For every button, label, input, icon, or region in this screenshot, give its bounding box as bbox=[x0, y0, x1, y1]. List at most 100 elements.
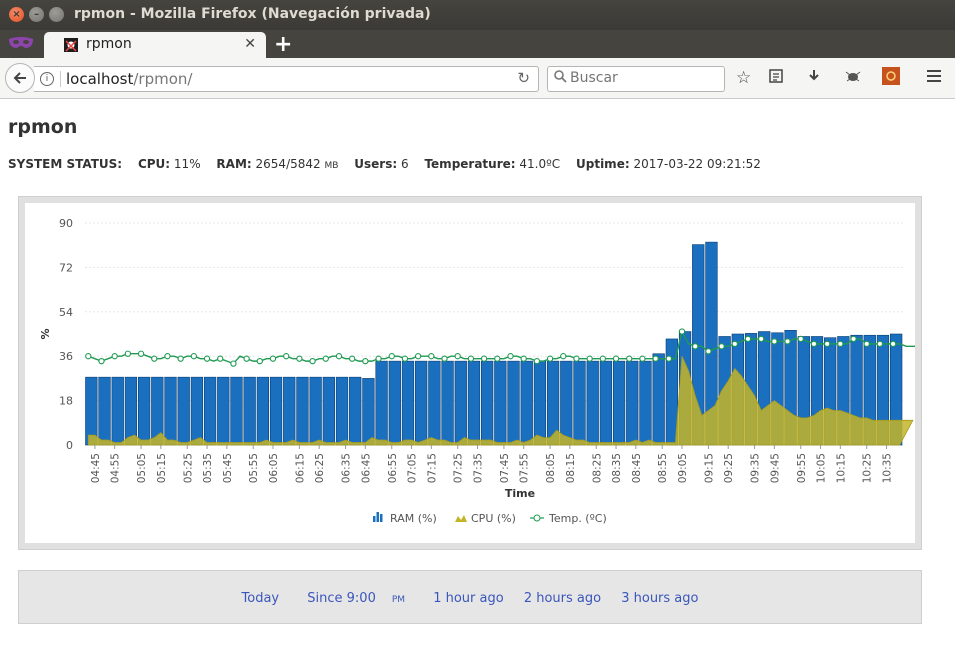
temperature-point bbox=[441, 355, 448, 362]
x-tick-label: 09:25 bbox=[723, 453, 735, 483]
ram-bar bbox=[190, 376, 204, 446]
temperature-point bbox=[230, 360, 237, 367]
y-tick-label: 72 bbox=[59, 261, 73, 274]
legend-ram-icon bbox=[380, 514, 383, 522]
ram-value: 2654/5842 bbox=[255, 157, 321, 171]
legend-temp-icon bbox=[533, 514, 541, 522]
window-minimize-button[interactable]: – bbox=[29, 7, 44, 22]
ram-bar bbox=[520, 360, 533, 446]
cpu-label: CPU: bbox=[137, 157, 171, 171]
tab-rpmon[interactable]: rpmon ✕ bbox=[44, 32, 266, 58]
ram-bar bbox=[177, 376, 190, 446]
ram-bar bbox=[441, 360, 454, 446]
close-tab-icon[interactable]: ✕ bbox=[244, 36, 256, 52]
range-link-today[interactable]: Today bbox=[242, 591, 280, 606]
ram-bar bbox=[507, 360, 520, 446]
ram-bar bbox=[401, 360, 415, 446]
x-tick-label: 07:45 bbox=[499, 453, 511, 483]
ram-bar bbox=[626, 360, 639, 446]
temperature-point bbox=[758, 335, 765, 343]
temperature-point bbox=[705, 348, 712, 355]
range-link-since-9pm[interactable]: Since 9:00 PM bbox=[299, 591, 413, 606]
ram-unit: MB bbox=[324, 161, 339, 171]
temperature-point bbox=[480, 355, 488, 362]
extension-orange-icon[interactable] bbox=[882, 67, 900, 90]
users-label: Users: bbox=[354, 157, 398, 171]
extension-bug-icon[interactable] bbox=[844, 68, 862, 89]
ram-bar bbox=[137, 376, 151, 446]
bookmark-star-icon[interactable]: ☆ bbox=[736, 68, 751, 88]
x-axis-label: Time bbox=[505, 487, 535, 500]
temperature-point bbox=[203, 355, 211, 362]
range-link-1-hour-ago[interactable]: 1 hour ago bbox=[433, 591, 503, 606]
x-tick-label: 06:45 bbox=[360, 453, 372, 483]
ram-bar bbox=[98, 376, 111, 446]
legend-cpu-label: CPU (%) bbox=[471, 512, 516, 525]
window-maximize-button[interactable] bbox=[49, 7, 64, 22]
users-value: 6 bbox=[400, 157, 409, 171]
x-tick-label: 07:25 bbox=[453, 453, 465, 483]
ram-bar bbox=[612, 360, 626, 446]
x-tick-label: 08:15 bbox=[565, 453, 577, 483]
page-title: rpmon bbox=[8, 116, 78, 138]
ram-bar bbox=[111, 376, 124, 446]
back-button[interactable] bbox=[5, 63, 35, 93]
temperature-point bbox=[863, 340, 870, 348]
search-icon bbox=[554, 70, 567, 87]
search-input[interactable] bbox=[570, 70, 715, 86]
site-info-icon[interactable]: i bbox=[40, 72, 54, 86]
temperature-point bbox=[612, 355, 620, 362]
ram-bar bbox=[362, 378, 375, 446]
y-tick-label: 18 bbox=[59, 395, 73, 408]
hamburger-menu-icon[interactable] bbox=[925, 68, 943, 89]
downloads-icon[interactable] bbox=[806, 68, 822, 89]
y-tick-label: 54 bbox=[59, 306, 73, 319]
navigation-toolbar: i localhost/rpmon/ ↻ ☆ bbox=[0, 58, 955, 99]
temperature-point bbox=[454, 353, 461, 360]
x-tick-label: 10:15 bbox=[835, 453, 847, 483]
temperature-point bbox=[375, 355, 382, 362]
y-tick-label: 36 bbox=[59, 350, 73, 363]
temperature-point bbox=[283, 353, 290, 360]
ram-bar bbox=[309, 376, 322, 446]
temperature-point bbox=[401, 355, 409, 362]
x-tick-label: 05:25 bbox=[182, 453, 194, 483]
url-bar[interactable]: i localhost/rpmon/ ↻ bbox=[34, 66, 539, 92]
temperature-label: Temperature: bbox=[424, 157, 516, 171]
temperature-point bbox=[309, 357, 316, 365]
temperature-point bbox=[414, 353, 422, 360]
x-tick-label: 07:35 bbox=[473, 453, 485, 483]
x-tick-label: 10:35 bbox=[882, 453, 894, 483]
temperature-point bbox=[177, 355, 184, 362]
temperature-point bbox=[876, 340, 884, 348]
x-tick-label: 09:35 bbox=[750, 453, 762, 483]
temperature-point bbox=[467, 355, 475, 362]
reading-list-icon[interactable] bbox=[768, 68, 784, 89]
window-close-button[interactable]: × bbox=[9, 7, 24, 22]
x-tick-label: 05:05 bbox=[136, 453, 148, 483]
temperature-point bbox=[850, 335, 857, 343]
temperature-point bbox=[335, 353, 343, 360]
ram-bar bbox=[533, 360, 547, 446]
time-range-links: Today Since 9:00 PM 1 hour ago 2 hours ag… bbox=[19, 591, 921, 606]
x-tick-label: 10:05 bbox=[816, 453, 828, 483]
range-link-3-hours-ago[interactable]: 3 hours ago bbox=[621, 591, 698, 606]
ram-bar bbox=[322, 376, 335, 446]
search-bar[interactable] bbox=[547, 66, 725, 92]
x-tick-label: 08:45 bbox=[631, 453, 643, 483]
ram-bar bbox=[349, 376, 362, 446]
url-path: /rpmon/ bbox=[133, 70, 193, 88]
temperature-point bbox=[784, 338, 791, 345]
y-tick-label: 90 bbox=[59, 217, 73, 230]
range-link-2-hours-ago[interactable]: 2 hours ago bbox=[524, 591, 601, 606]
x-tick-label: 05:45 bbox=[222, 453, 234, 483]
status-label: SYSTEM STATUS: bbox=[8, 157, 123, 171]
ram-bar bbox=[599, 360, 613, 446]
new-tab-button[interactable]: + bbox=[274, 32, 292, 57]
x-tick-label: 09:45 bbox=[769, 453, 781, 483]
url-text[interactable]: localhost/rpmon/ bbox=[66, 70, 192, 88]
temperature-point bbox=[744, 335, 752, 343]
ram-bar bbox=[335, 376, 349, 446]
legend-ram-icon bbox=[376, 512, 379, 522]
reload-icon[interactable]: ↻ bbox=[517, 69, 530, 87]
